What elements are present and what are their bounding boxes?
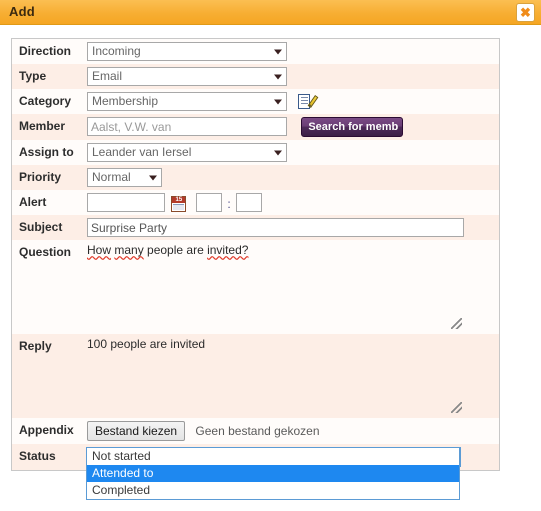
alert-minute-input[interactable] <box>236 193 263 213</box>
form-row-priority: Priority Normal <box>12 165 499 191</box>
field-reply: 100 people are invited <box>87 334 499 418</box>
choose-file-button[interactable]: Bestand kiezen <box>87 421 186 442</box>
label-alert: Alert <box>19 195 47 210</box>
form-row-reply: Reply 100 people are invited <box>12 334 499 419</box>
field-question: How many people are invited? <box>87 240 499 334</box>
question-word-2: many <box>114 243 144 258</box>
chevron-down-icon <box>274 49 282 54</box>
field-member: Search for memb <box>87 114 499 140</box>
member-input[interactable] <box>87 117 287 136</box>
form-row-appendix: Appendix Bestand kiezen Geen bestand gek… <box>12 418 499 445</box>
form-row-member: Member Search for memb <box>12 114 499 141</box>
dropdown-option-completed[interactable]: Completed <box>87 482 459 499</box>
form-row-alert: Alert 15 : <box>12 190 499 216</box>
calendar-day-number: 15 <box>172 196 186 203</box>
window-title: Add <box>9 4 35 19</box>
question-word-1: How <box>87 243 112 258</box>
subject-input[interactable] <box>87 218 464 238</box>
chevron-down-icon <box>274 99 282 104</box>
form-row-question: Question How many people are invited? <box>12 240 499 335</box>
field-direction: Incoming <box>87 39 499 64</box>
reply-textarea[interactable]: 100 people are invited <box>87 337 464 415</box>
label-reply: Reply <box>19 339 52 354</box>
chevron-down-icon <box>149 175 157 181</box>
window-title-bar: Add ✖ <box>0 0 541 25</box>
chevron-down-icon <box>274 74 282 79</box>
direction-select[interactable]: Incoming <box>87 42 287 61</box>
alert-hour-input[interactable] <box>195 193 222 213</box>
field-assign-to: Leander van Iersel <box>87 140 499 165</box>
close-button[interactable]: ✖ <box>516 3 535 22</box>
question-textarea[interactable]: How many people are invited? <box>87 243 464 331</box>
question-word-3: invited? <box>207 243 249 258</box>
alert-date-input[interactable] <box>87 193 165 213</box>
time-separator: : <box>227 196 231 211</box>
form-row-category: Category Membership <box>12 89 499 114</box>
field-type: Email <box>87 64 499 89</box>
priority-select[interactable]: Normal <box>87 168 162 188</box>
label-member: Member <box>19 119 66 133</box>
type-value: Email <box>92 69 123 83</box>
label-assign-to: Assign to <box>19 145 74 160</box>
label-category: Category <box>19 94 72 108</box>
label-direction: Direction <box>19 44 72 58</box>
close-icon: ✖ <box>520 5 531 20</box>
status-dropdown-list[interactable]: Not started Attended to Completed <box>86 447 460 500</box>
dropdown-option-not-started[interactable]: Not started <box>87 448 459 465</box>
question-mid: people are <box>143 243 208 258</box>
reply-textarea-wrapper: 100 people are invited <box>87 337 464 415</box>
edit-document-icon[interactable] <box>298 93 319 110</box>
category-select[interactable]: Membership <box>87 92 287 111</box>
label-status: Status <box>19 449 56 464</box>
assign-to-select[interactable]: Leander van Iersel <box>87 143 287 163</box>
form-row-subject: Subject <box>12 215 499 241</box>
field-category: Membership <box>87 89 499 114</box>
file-status-text: Geen bestand gekozen <box>195 424 320 439</box>
type-select[interactable]: Email <box>87 67 287 86</box>
direction-value: Incoming <box>92 44 141 58</box>
dropdown-option-attended-to[interactable]: Attended to <box>87 465 459 482</box>
form-row-type: Type Email <box>12 64 499 89</box>
label-priority: Priority <box>19 170 62 185</box>
category-value: Membership <box>92 94 159 108</box>
field-subject <box>87 215 499 240</box>
question-textarea-wrapper: How many people are invited? <box>87 243 464 331</box>
label-question: Question <box>19 245 72 260</box>
form-row-assign-to: Assign to Leander van Iersel <box>12 140 499 166</box>
label-subject: Subject <box>19 220 63 235</box>
field-alert: 15 : <box>87 190 499 215</box>
search-for-member-button[interactable]: Search for memb <box>301 117 404 138</box>
form-row-direction: Direction Incoming <box>12 39 499 64</box>
field-priority: Normal <box>87 165 499 190</box>
add-form-panel: Direction Incoming Type Email Category M… <box>11 38 500 472</box>
field-appendix: Bestand kiezen Geen bestand gekozen <box>87 418 499 444</box>
assign-to-value: Leander van Iersel <box>92 145 192 160</box>
label-type: Type <box>19 69 47 83</box>
calendar-icon[interactable]: 15 <box>171 195 187 212</box>
chevron-down-icon <box>274 150 282 156</box>
priority-value: Normal <box>92 170 131 185</box>
label-appendix: Appendix <box>19 423 74 438</box>
